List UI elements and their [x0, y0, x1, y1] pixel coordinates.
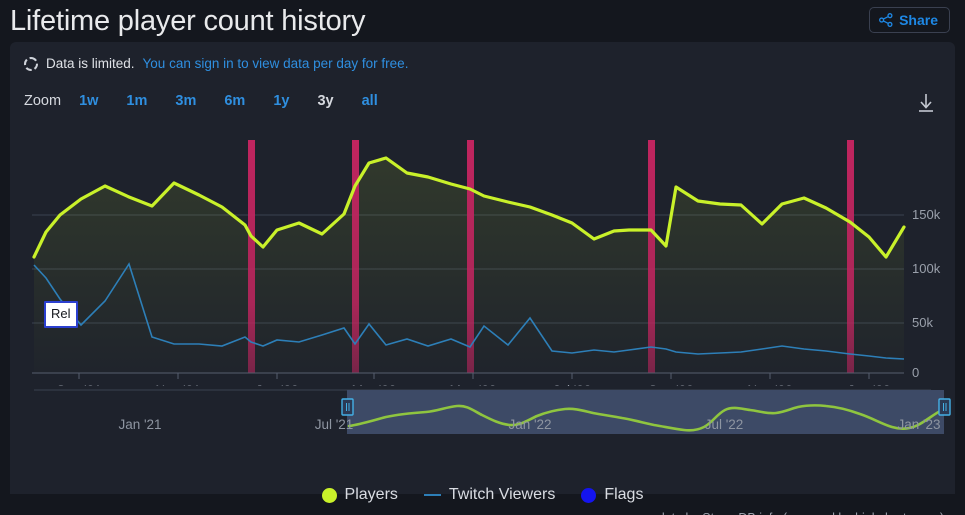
y-axis-labels: 0 50k 100k 150k	[912, 207, 941, 380]
range-selector: Zoom 1w 1m 3m 6m 1y 3y all	[24, 93, 378, 109]
twitch-viewers-marker-icon	[423, 494, 441, 496]
zoom-button-1w[interactable]: 1w	[79, 93, 98, 109]
download-icon	[919, 94, 933, 112]
players-marker-icon	[321, 487, 337, 503]
zoom-button-6m[interactable]: 6m	[224, 93, 245, 109]
download-button[interactable]	[913, 90, 939, 116]
zoom-button-1m[interactable]: 1m	[126, 93, 147, 109]
navigator-tick-jan-23: Jan '23	[897, 417, 940, 432]
share-button[interactable]: Share	[869, 7, 950, 33]
navigator-tick-jul-22: Jul '22	[705, 417, 744, 432]
share-button-label: Share	[899, 12, 938, 28]
sign-in-link[interactable]: You can sign in to view data per day for…	[143, 55, 409, 73]
chart-svg: 0 50k 100k 150k	[32, 140, 941, 386]
legend-label-players: Players	[344, 486, 398, 503]
navigator-svg: Jan '21 Jul '21 Jan '22 Jul '22 Jan '23	[34, 389, 951, 434]
y-tick-150k: 150k	[912, 207, 941, 222]
flag-marker[interactable]	[248, 140, 255, 373]
zoom-button-1y[interactable]: 1y	[273, 93, 289, 109]
legend-item-twitch-viewers[interactable]: Twitch Viewers	[423, 486, 556, 504]
y-tick-100k: 100k	[912, 261, 941, 276]
flag-marker[interactable]	[352, 140, 359, 373]
release-flag-label[interactable]: Rel	[44, 301, 78, 328]
chart-panel: Data is limited. You can sign in to view…	[10, 42, 955, 515]
zoom-button-all[interactable]: all	[362, 93, 378, 109]
page-header: Lifetime player count history Share	[0, 0, 965, 42]
navigator-handle-left[interactable]	[341, 398, 354, 416]
flags-marker-icon	[581, 487, 597, 503]
page-title: Lifetime player count history	[10, 5, 366, 37]
data-limited-notice: Data is limited. You can sign in to view…	[24, 55, 408, 73]
flag-marker[interactable]	[847, 140, 854, 373]
navigator-tick-jan-22: Jan '22	[508, 417, 551, 432]
legend-item-flags[interactable]: Flags	[581, 486, 643, 504]
navigator-tick-jul-21: Jul '21	[315, 417, 354, 432]
flag-marker[interactable]	[648, 140, 655, 373]
chart-legend: Players Twitch Viewers Flags	[10, 486, 955, 504]
zoom-label: Zoom	[24, 93, 62, 109]
loading-spinner-icon	[24, 57, 38, 71]
navigator-handle-right[interactable]	[938, 398, 951, 416]
x-axis-ticks	[78, 373, 870, 379]
zoom-button-3y[interactable]: 3y	[317, 93, 333, 109]
main-chart[interactable]: 0 50k 100k 150k Rel	[14, 118, 951, 386]
zoom-button-3m[interactable]: 3m	[175, 93, 196, 109]
legend-label-twitch-viewers: Twitch Viewers	[448, 486, 556, 503]
chart-credits[interactable]: data by SteamDB.info (powered by highcha…	[658, 511, 944, 515]
share-icon	[879, 13, 893, 27]
legend-label-flags: Flags	[604, 486, 644, 503]
chart-navigator[interactable]: Jan '21 Jul '21 Jan '22 Jul '22 Jan '23	[14, 382, 951, 444]
y-tick-50k: 50k	[912, 315, 933, 330]
notice-text: Data is limited.	[46, 56, 135, 71]
y-tick-0: 0	[912, 365, 919, 380]
navigator-tick-jan-21: Jan '21	[118, 417, 161, 432]
flag-marker[interactable]	[467, 140, 474, 373]
steamdb-chart-page: Lifetime player count history Share Data…	[0, 0, 965, 515]
legend-item-players[interactable]: Players	[321, 486, 398, 504]
